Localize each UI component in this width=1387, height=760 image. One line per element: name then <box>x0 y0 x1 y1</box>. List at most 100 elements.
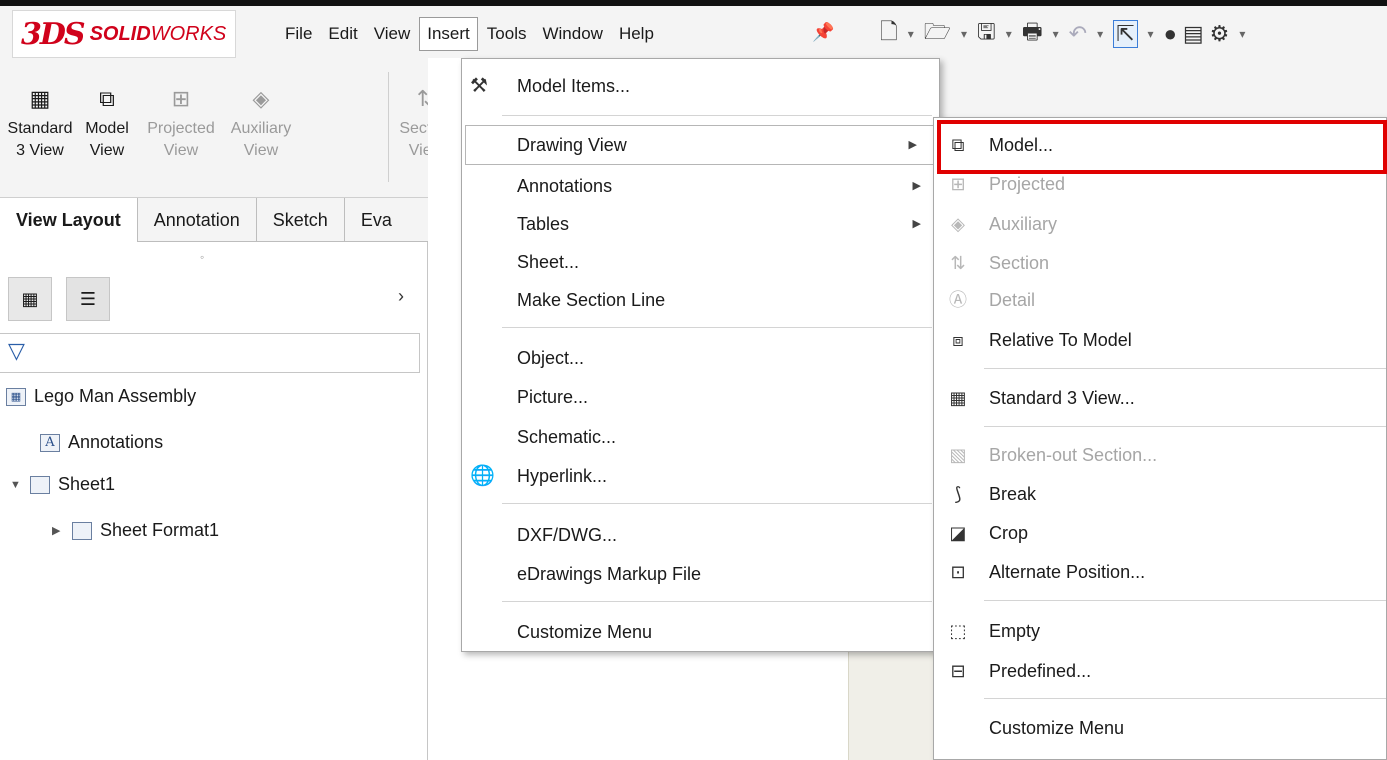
filter-icon[interactable]: ▽ <box>8 338 25 364</box>
feature-manager-tab[interactable]: ▦ <box>8 277 52 321</box>
rebuild-traffic-light-icon[interactable]: ● <box>1164 21 1177 47</box>
select-cursor-icon[interactable]: ⇱ <box>1113 20 1138 48</box>
ribbon-separator <box>388 72 389 182</box>
insert-menu: ⚒ Model Items... Drawing View ▶ Annotati… <box>461 58 940 652</box>
broken-out-section-icon: ▧ <box>949 445 967 465</box>
solidworks-logo[interactable]: 3DS SOLIDWORKS <box>12 10 236 58</box>
menu-separator <box>502 115 932 116</box>
submenu-item-break[interactable]: ⟆ Break <box>934 475 1386 513</box>
tree-annotations[interactable]: A Annotations <box>40 432 163 453</box>
submenu-arrow-icon: ▶ <box>912 218 921 230</box>
tab-sketch[interactable]: Sketch <box>257 198 345 242</box>
tree-root[interactable]: ▦ Lego Man Assembly <box>6 386 196 407</box>
submenu-item-auxiliary[interactable]: ◈ Auxiliary <box>934 205 1386 243</box>
menu-item-picture[interactable]: Picture... <box>462 378 939 416</box>
undo-icon[interactable]: ↶ <box>1069 21 1087 47</box>
standard-3-view-icon: ▦ <box>949 388 967 408</box>
quick-access-toolbar: 🗋 ▾ 🗁 ▾ 🖫 ▾ 🖶 ▾ ↶ ▾ ⇱ ▾ ● ▤ ⚙ ▾ <box>880 14 1249 54</box>
menu-item-sheet[interactable]: Sheet... <box>462 243 939 281</box>
property-manager-tab[interactable]: ☰ <box>66 277 110 321</box>
submenu-item-relative-to-model[interactable]: ⧈ Relative To Model <box>934 321 1386 359</box>
tree-sheet[interactable]: ▼ Sheet1 <box>10 474 115 495</box>
menu-item-customize-menu[interactable]: Customize Menu <box>462 613 939 651</box>
expand-down-icon[interactable]: ▼ <box>10 479 22 491</box>
menu-item-object[interactable]: Object... <box>462 339 939 377</box>
crop-icon: ◪ <box>949 523 967 543</box>
submenu-item-section[interactable]: ⇅ Section <box>934 244 1386 282</box>
menu-bar: File Edit View Insert Tools Window Help <box>278 14 663 54</box>
menu-separator <box>502 503 932 504</box>
pin-icon[interactable]: 📌 <box>812 22 834 43</box>
expand-right-icon[interactable]: ▶ <box>52 524 64 537</box>
submenu-item-broken-out-section[interactable]: ▧ Broken-out Section... <box>934 436 1386 474</box>
auxiliary-view-icon: ◈ <box>951 214 965 234</box>
print-icon[interactable]: 🖶 <box>1022 15 1043 53</box>
options-gear-icon[interactable]: ⚙ <box>1210 21 1230 47</box>
command-tabs: View Layout Annotation Sketch Eva <box>0 198 462 242</box>
menu-edit[interactable]: Edit <box>321 18 364 50</box>
menu-separator <box>984 426 1386 427</box>
standard-3-view-button[interactable]: ▦ Standard 3 View <box>6 88 74 162</box>
submenu-item-customize-menu[interactable]: Customize Menu <box>934 709 1386 747</box>
open-dropdown-icon[interactable]: ▾ <box>961 27 967 41</box>
standard-3-view-icon: ▦ <box>29 86 51 111</box>
highlight-box <box>937 120 1387 174</box>
ds-logo-mark: 3DS <box>21 16 86 52</box>
menu-item-dxf-dwg[interactable]: DXF/DWG... <box>462 516 939 554</box>
save-dropdown-icon[interactable]: ▾ <box>1006 27 1012 41</box>
sheet-format-icon <box>72 521 92 540</box>
options-dropdown-icon[interactable]: ▾ <box>1239 27 1245 41</box>
detail-view-icon: Ⓐ <box>949 290 967 310</box>
tab-evaluate[interactable]: Eva <box>345 198 408 242</box>
menu-item-drawing-view[interactable]: Drawing View ▶ <box>465 125 936 165</box>
predefined-view-icon: ⊟ <box>950 661 966 681</box>
new-dropdown-icon[interactable]: ▾ <box>908 27 914 41</box>
model-view-button[interactable]: ⧉ Model View <box>78 88 136 162</box>
menu-item-make-section-line[interactable]: Make Section Line <box>462 281 939 319</box>
submenu-item-predefined[interactable]: ⊟ Predefined... <box>934 652 1386 690</box>
auxiliary-view-button[interactable]: ◈ Auxiliary View <box>220 88 302 162</box>
menu-file[interactable]: File <box>278 18 319 50</box>
projected-view-button[interactable]: ⊞ Projected View <box>140 88 222 162</box>
empty-view-icon: ⬚ <box>949 621 967 641</box>
menu-insert[interactable]: Insert <box>419 17 478 51</box>
tab-view-layout[interactable]: View Layout <box>0 198 138 242</box>
filter-bar[interactable] <box>0 333 420 373</box>
tree-sheet-format[interactable]: ▶ Sheet Format1 <box>52 520 219 541</box>
sheet-icon <box>30 475 50 494</box>
tab-annotation[interactable]: Annotation <box>138 198 257 242</box>
submenu-arrow-icon: ▶ <box>908 139 917 151</box>
chevron-right-icon[interactable]: › <box>398 286 404 307</box>
file-properties-icon[interactable]: ▤ <box>1183 21 1204 47</box>
menu-item-tables[interactable]: Tables ▶ <box>462 205 939 243</box>
menu-tools[interactable]: Tools <box>480 18 534 50</box>
open-folder-icon[interactable]: 🗁 <box>924 15 951 53</box>
save-icon[interactable]: 🖫 <box>977 15 996 53</box>
menu-separator <box>984 698 1386 699</box>
menu-item-schematic[interactable]: Schematic... <box>462 418 939 456</box>
menu-item-edrawings-markup[interactable]: eDrawings Markup File <box>462 555 939 593</box>
menu-item-model-items[interactable]: ⚒ Model Items... <box>462 67 939 105</box>
menu-separator <box>984 368 1386 369</box>
model-view-icon: ⧉ <box>99 86 115 111</box>
menu-item-hyperlink[interactable]: 🌐 Hyperlink... <box>462 457 939 495</box>
menu-view[interactable]: View <box>367 18 418 50</box>
relative-view-icon: ⧈ <box>952 330 964 350</box>
submenu-item-detail[interactable]: Ⓐ Detail <box>934 281 1386 319</box>
select-dropdown-icon[interactable]: ▾ <box>1148 27 1154 41</box>
submenu-item-alternate-position[interactable]: ⊡ Alternate Position... <box>934 553 1386 591</box>
menu-item-annotations[interactable]: Annotations ▶ <box>462 167 939 205</box>
submenu-item-crop[interactable]: ◪ Crop <box>934 514 1386 552</box>
undo-dropdown-icon[interactable]: ▾ <box>1097 27 1103 41</box>
submenu-item-standard-3-view[interactable]: ▦ Standard 3 View... <box>934 379 1386 417</box>
print-dropdown-icon[interactable]: ▾ <box>1053 27 1059 41</box>
new-document-icon[interactable]: 🗋 <box>880 15 898 53</box>
menu-help[interactable]: Help <box>612 18 661 50</box>
feature-manager-panel <box>0 242 428 760</box>
menu-window[interactable]: Window <box>535 18 609 50</box>
submenu-item-empty[interactable]: ⬚ Empty <box>934 612 1386 650</box>
menu-separator <box>502 327 932 328</box>
panel-splitter-handle[interactable]: ◦ <box>200 250 204 264</box>
feature-tree-icon: ▦ <box>21 288 39 309</box>
drawing-view-submenu: ⧉ Model... ⊞ Projected ◈ Auxiliary ⇅ Sec… <box>933 117 1387 760</box>
